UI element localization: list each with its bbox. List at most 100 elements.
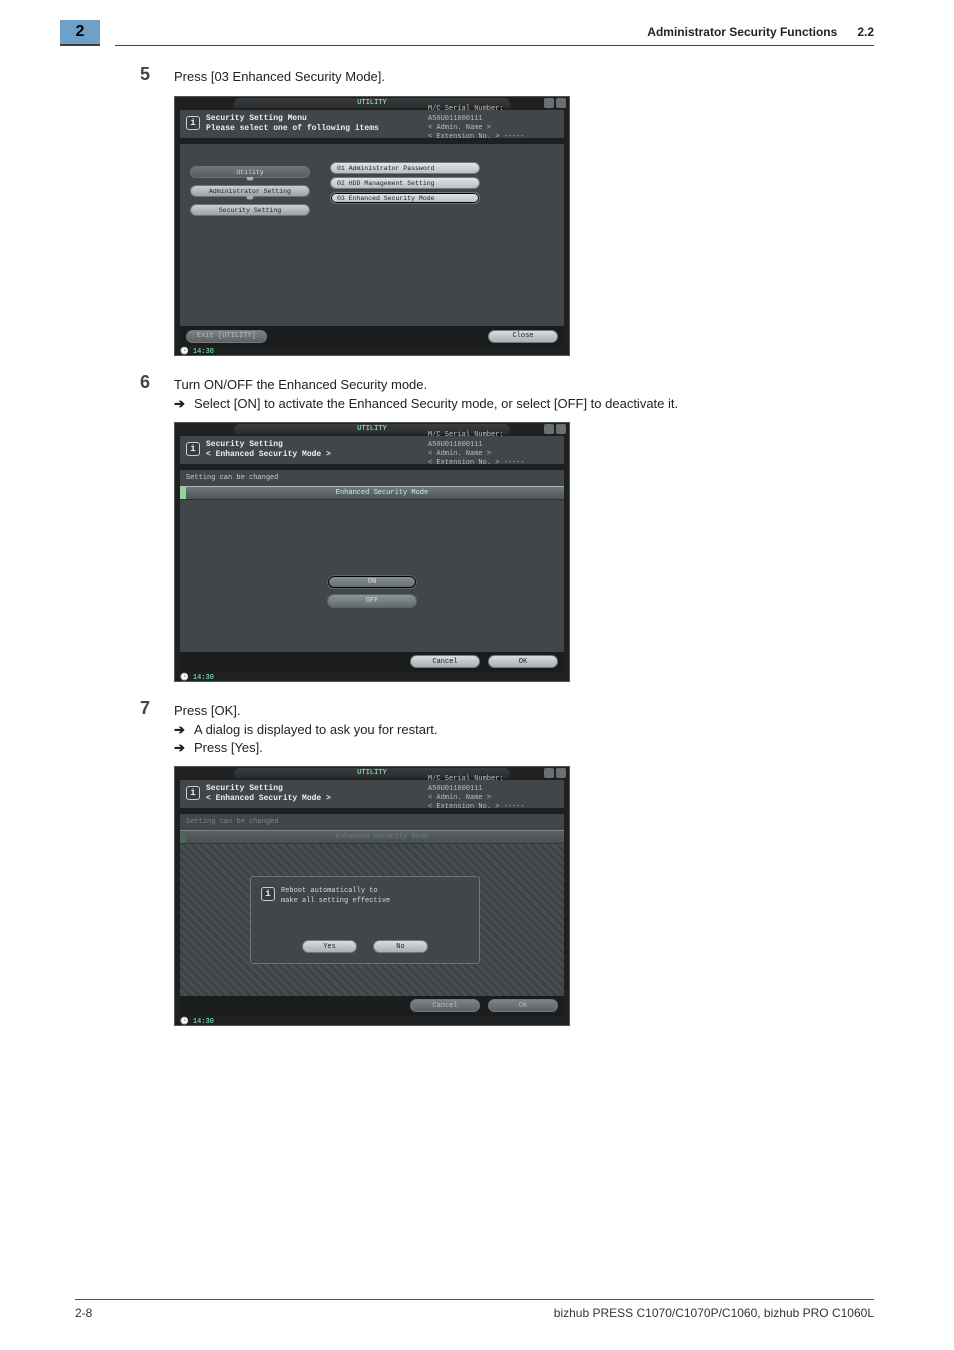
sub-text: Select [ON] to activate the Enhanced Sec… <box>194 396 874 412</box>
crumb-admin-setting[interactable]: Administrator Setting <box>190 185 310 197</box>
header-line1: Security Setting <box>206 784 283 793</box>
info-icon: i <box>186 786 200 800</box>
meta-serial: M/C Serial Number: A50U011000111 <box>428 775 504 792</box>
tab-label: UTILITY <box>357 99 386 107</box>
ok-button: OK <box>488 999 558 1012</box>
step-text: Press [OK]. <box>174 703 874 718</box>
header-line1: Security Setting Menu <box>206 114 307 123</box>
sub-text: A dialog is displayed to ask you for res… <box>194 722 874 738</box>
dialog-text: Reboot automatically to make all setting… <box>281 887 390 907</box>
page-number: 2-8 <box>75 1306 92 1320</box>
header-section: 2.2 <box>857 25 874 39</box>
yes-button[interactable]: Yes <box>302 940 357 953</box>
section-bar: Enhanced Security Mode <box>180 830 564 844</box>
dialog-line2: make all setting effective <box>281 897 390 905</box>
meta-admin: < Admin. Name > <box>428 124 491 132</box>
menu-hdd-management[interactable]: 02 HDD Management Setting <box>330 177 480 189</box>
cancel-button[interactable]: Cancel <box>410 655 480 668</box>
meta-ext: < Extension No. > ----- <box>428 459 525 467</box>
ok-button[interactable]: OK <box>488 655 558 668</box>
step-7: 7 Press [OK]. ➔A dialog is displayed to … <box>140 698 874 758</box>
section-caption: Enhanced Security Mode <box>330 833 434 841</box>
info-icon: i <box>186 116 200 130</box>
page-header: Administrator Security Functions 2.2 <box>115 25 874 46</box>
meta-admin: < Admin. Name > <box>428 450 491 458</box>
info-icon: i <box>186 442 200 456</box>
crumb-label: Security Setting <box>219 207 281 214</box>
menu-admin-password[interactable]: 01 Administrator Password <box>330 162 480 174</box>
tab-label: UTILITY <box>357 769 386 777</box>
clock: 🕒 14:30 <box>180 347 214 356</box>
arrow-icon: ➔ <box>174 396 194 412</box>
screenshot-enhanced-security: UTILITY i Security Setting < Enhanced Se… <box>174 422 570 682</box>
reboot-dialog: i Reboot automatically to make all setti… <box>250 876 480 964</box>
time-value: 14:30 <box>193 348 214 356</box>
menu-list: 01 Administrator Password 02 HDD Managem… <box>330 162 480 207</box>
header-title: Administrator Security Functions <box>647 25 837 39</box>
info-icon: i <box>261 887 275 901</box>
step-sub: ➔Press [Yes]. <box>174 740 874 756</box>
panel-footer: Exit [UTILITY] Close <box>180 326 564 346</box>
cancel-button: Cancel <box>410 999 480 1012</box>
panel-header: i Security Setting < Enhanced Security M… <box>180 780 564 808</box>
panel-body: Setting can be changed Enhanced Security… <box>180 470 564 660</box>
sub-text: Press [Yes]. <box>194 740 874 756</box>
off-button[interactable]: OFF <box>327 594 417 608</box>
status-note: Setting can be changed <box>186 818 278 826</box>
dialog-line1: Reboot automatically to <box>281 887 378 895</box>
page-footer: 2-8 bizhub PRESS C1070/C1070P/C1060, biz… <box>75 1299 874 1320</box>
header-meta: M/C Serial Number: A50U011000111 < Admin… <box>428 105 558 143</box>
step-5: 5 Press [03 Enhanced Security Mode]. <box>140 64 874 88</box>
header-text: Security Setting Menu Please select one … <box>206 114 428 134</box>
header-meta: M/C Serial Number: A50U011000111 < Admin… <box>428 431 558 469</box>
step-number: 7 <box>140 698 174 719</box>
meta-serial: M/C Serial Number: A50U011000111 <box>428 105 504 122</box>
chevron-down-icon <box>246 196 254 200</box>
header-text: Security Setting < Enhanced Security Mod… <box>206 440 428 460</box>
header-text: Security Setting < Enhanced Security Mod… <box>206 784 428 804</box>
step-text: Turn ON/OFF the Enhanced Security mode. <box>174 377 874 392</box>
on-off-group: ON OFF <box>327 570 417 613</box>
screenshot-security-menu: UTILITY i Security Setting Menu Please s… <box>174 96 570 356</box>
section-caption: Enhanced Security Mode <box>330 489 434 497</box>
header-line2: < Enhanced Security Mode > <box>206 450 331 459</box>
time-value: 14:30 <box>193 1018 214 1026</box>
header-line2: < Enhanced Security Mode > <box>206 794 331 803</box>
step-sub: ➔Select [ON] to activate the Enhanced Se… <box>174 396 874 412</box>
meta-ext: < Extension No. > ----- <box>428 133 525 141</box>
header-meta: M/C Serial Number: A50U011000111 < Admin… <box>428 775 558 813</box>
screenshot-reboot-dialog: UTILITY i Security Setting < Enhanced Se… <box>174 766 570 1026</box>
clock: 🕒 14:30 <box>180 1017 214 1026</box>
product-line: bizhub PRESS C1070/C1070P/C1060, bizhub … <box>554 1306 874 1320</box>
arrow-icon: ➔ <box>174 722 194 738</box>
content: 5 Press [03 Enhanced Security Mode]. UTI… <box>140 60 874 1042</box>
panel-body: Setting can be changed Enhanced Security… <box>180 814 564 1004</box>
step-text: Press [03 Enhanced Security Mode]. <box>174 69 874 84</box>
no-button[interactable]: No <box>373 940 428 953</box>
meta-serial: M/C Serial Number: A50U011000111 <box>428 431 504 448</box>
crumb-utility[interactable]: Utility <box>190 166 310 178</box>
header-line2: Please select one of following items <box>206 124 379 133</box>
on-button[interactable]: ON <box>327 575 417 589</box>
meta-ext: < Extension No. > ----- <box>428 803 525 811</box>
section-bar: Enhanced Security Mode <box>180 486 564 500</box>
breadcrumb: Utility Administrator Setting Security S… <box>190 166 310 218</box>
header-line1: Security Setting <box>206 440 283 449</box>
step-6: 6 Turn ON/OFF the Enhanced Security mode… <box>140 372 874 414</box>
step-sub: ➔A dialog is displayed to ask you for re… <box>174 722 874 738</box>
crumb-label: Utility <box>236 169 263 176</box>
close-button[interactable]: Close <box>488 330 558 343</box>
selection-marker-icon <box>180 487 186 499</box>
chapter-tab: 2 <box>60 20 100 46</box>
arrow-icon: ➔ <box>174 740 194 756</box>
time-value: 14:30 <box>193 674 214 682</box>
clock: 🕒 14:30 <box>180 673 214 682</box>
exit-utility-button[interactable]: Exit [UTILITY] <box>186 330 267 343</box>
chevron-down-icon <box>246 177 254 181</box>
step-number: 6 <box>140 372 174 393</box>
panel-footer: Cancel OK <box>180 652 564 672</box>
crumb-security-setting[interactable]: Security Setting <box>190 204 310 216</box>
panel-footer: Cancel OK <box>180 996 564 1016</box>
crumb-label: Administrator Setting <box>209 188 291 195</box>
menu-enhanced-security[interactable]: 03 Enhanced Security Mode <box>330 192 480 204</box>
